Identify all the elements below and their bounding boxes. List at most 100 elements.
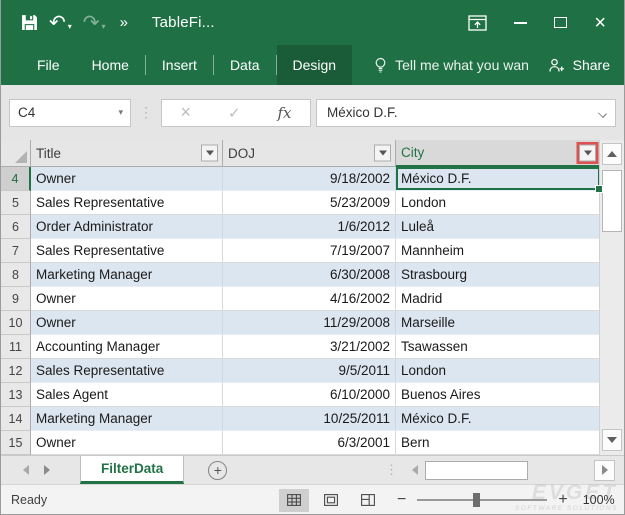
hscroll-left-icon[interactable] (412, 465, 418, 475)
tab-data[interactable]: Data (214, 45, 276, 85)
row-number[interactable]: 12 (1, 359, 31, 383)
zoom-in-button[interactable]: + (558, 491, 567, 509)
formula-bar-expand-icon[interactable] (598, 109, 607, 118)
cell-city[interactable]: México D.F. (396, 407, 601, 431)
row-number[interactable]: 6 (1, 215, 31, 239)
cell-city[interactable]: Strasbourg (396, 263, 601, 287)
close-icon[interactable]: × (594, 14, 606, 32)
cell-city[interactable]: Tsawassen (396, 335, 601, 359)
cell-title[interactable]: Marketing Manager (31, 407, 223, 431)
insert-function-icon[interactable]: fx (277, 104, 291, 122)
row-number[interactable]: 8 (1, 263, 31, 287)
cell-doj[interactable]: 6/30/2008 (223, 263, 396, 287)
cell-title[interactable]: Sales Representative (31, 239, 223, 263)
cell-doj[interactable]: 5/23/2009 (223, 191, 396, 215)
cell-city[interactable]: México D.F. (396, 167, 601, 191)
column-header-doj[interactable]: DOJ (223, 140, 396, 167)
zoom-slider-handle[interactable] (473, 493, 480, 507)
normal-view-button[interactable] (279, 489, 309, 512)
row-number[interactable]: 5 (1, 191, 31, 215)
tab-file[interactable]: File (21, 45, 76, 85)
cell-city[interactable]: Luleå (396, 215, 601, 239)
cell-city[interactable]: Marseille (396, 311, 601, 335)
sheet-tab-filterdata[interactable]: FilterData (80, 456, 184, 484)
tell-me-box[interactable]: Tell me what you wan (374, 45, 529, 85)
redo-button[interactable]: ↷ ▾ (83, 14, 106, 32)
cell-doj[interactable]: 10/25/2011 (223, 407, 396, 431)
enter-icon[interactable]: ✓ (228, 104, 241, 122)
cell-doj[interactable]: 11/29/2008 (223, 311, 396, 335)
minimize-icon[interactable] (514, 22, 527, 24)
cell-title[interactable]: Owner (31, 167, 223, 191)
formula-bar-splitter[interactable]: ⋮ (139, 104, 153, 121)
customize-toolbar-icon[interactable]: » (120, 14, 128, 31)
cell-title[interactable]: Owner (31, 431, 223, 455)
scroll-up-button[interactable] (602, 143, 622, 165)
cell-title[interactable]: Owner (31, 311, 223, 335)
row-number[interactable]: 10 (1, 311, 31, 335)
cell-title[interactable]: Accounting Manager (31, 335, 223, 359)
cell-doj[interactable]: 7/19/2007 (223, 239, 396, 263)
page-layout-view-button[interactable] (316, 489, 346, 512)
filter-button-title[interactable] (201, 145, 218, 162)
horizontal-scroll-thumb[interactable] (425, 461, 528, 480)
cell-doj[interactable]: 9/5/2011 (223, 359, 396, 383)
cell-city[interactable]: London (396, 359, 601, 383)
cell-title[interactable]: Marketing Manager (31, 263, 223, 287)
new-sheet-button[interactable]: + (208, 461, 227, 480)
cell-title[interactable]: Owner (31, 287, 223, 311)
cell-city[interactable]: Mannheim (396, 239, 601, 263)
undo-button[interactable]: ↶ ▾ (49, 14, 72, 32)
previous-sheet-icon[interactable] (23, 465, 29, 475)
row-number[interactable]: 11 (1, 335, 31, 359)
cell-doj[interactable]: 6/3/2001 (223, 431, 396, 455)
undo-dropdown-caret[interactable]: ▾ (68, 22, 72, 31)
name-box-caret-icon[interactable]: ▾ (118, 107, 123, 118)
tab-design[interactable]: Design (277, 45, 353, 85)
cancel-icon[interactable]: × (180, 102, 191, 123)
scroll-down-button[interactable] (602, 429, 622, 451)
cell-title[interactable]: Sales Representative (31, 191, 223, 215)
cell-city[interactable]: London (396, 191, 601, 215)
filter-button-doj[interactable] (374, 145, 391, 162)
cell-title[interactable]: Sales Representative (31, 359, 223, 383)
row-number[interactable]: 7 (1, 239, 31, 263)
row-number[interactable]: 4 (1, 167, 31, 191)
page-break-preview-button[interactable] (353, 489, 383, 512)
redo-dropdown-caret[interactable]: ▾ (102, 22, 106, 31)
row-number[interactable]: 14 (1, 407, 31, 431)
row-number[interactable]: 13 (1, 383, 31, 407)
share-label: Share (573, 57, 610, 73)
zoom-slider[interactable] (417, 499, 547, 501)
formula-input[interactable]: México D.F. (316, 99, 616, 127)
cell-city[interactable]: Buenos Aires (396, 383, 601, 407)
maximize-icon[interactable] (554, 17, 567, 28)
ribbon-display-options-icon[interactable] (468, 15, 487, 31)
cell-doj[interactable]: 9/18/2002 (223, 167, 396, 191)
cell-doj[interactable]: 6/10/2000 (223, 383, 396, 407)
row-number[interactable]: 15 (1, 431, 31, 455)
cell-title[interactable]: Order Administrator (31, 215, 223, 239)
column-header-city[interactable]: City (396, 140, 601, 167)
cell-doj[interactable]: 1/6/2012 (223, 215, 396, 239)
column-header-title[interactable]: Title (31, 140, 223, 167)
cell-doj[interactable]: 4/16/2002 (223, 287, 396, 311)
row-number[interactable]: 9 (1, 287, 31, 311)
next-sheet-icon[interactable] (44, 465, 50, 475)
name-box[interactable]: C4 ▾ (9, 99, 131, 127)
vertical-scroll-thumb[interactable] (602, 170, 622, 232)
select-all-corner[interactable] (1, 140, 31, 167)
cell-city[interactable]: Bern (396, 431, 601, 455)
cell-title[interactable]: Sales Agent (31, 383, 223, 407)
tab-home[interactable]: Home (76, 45, 145, 85)
hscroll-right-button[interactable] (594, 460, 615, 481)
tabbar-splitter[interactable]: ⋮ (385, 462, 398, 478)
cell-doj[interactable]: 3/21/2002 (223, 335, 396, 359)
save-icon[interactable] (21, 14, 38, 31)
filter-button-city[interactable] (579, 144, 596, 161)
zoom-out-button[interactable]: − (397, 491, 406, 509)
tab-insert[interactable]: Insert (146, 45, 213, 85)
cell-city[interactable]: Madrid (396, 287, 601, 311)
share-button[interactable]: Share (548, 45, 610, 85)
zoom-level[interactable]: 100% (583, 493, 615, 507)
